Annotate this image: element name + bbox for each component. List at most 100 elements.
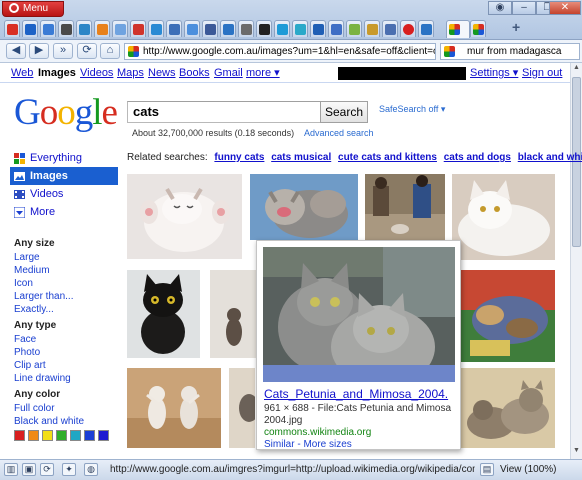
tab-9[interactable]	[148, 20, 164, 37]
tab-4[interactable]	[58, 20, 74, 37]
image-result[interactable]	[229, 368, 255, 448]
nav-images[interactable]: Images	[10, 167, 118, 185]
gbar-link-web[interactable]: Web	[11, 63, 33, 83]
nav-everything[interactable]: Everything	[10, 149, 118, 167]
tab-google-images-active[interactable]: ×	[446, 20, 481, 38]
scroll-up-icon[interactable]: ▲	[572, 64, 581, 71]
advanced-search-link[interactable]: Advanced search	[304, 128, 374, 138]
page-view-icon[interactable]: ▤	[480, 463, 494, 476]
page-scrollbar[interactable]: ▲ ▼	[570, 63, 582, 459]
sync-icon[interactable]: ⟳	[40, 463, 54, 476]
color-swatch-red[interactable]	[14, 430, 25, 441]
tab-2[interactable]	[22, 20, 38, 37]
tab-21[interactable]	[364, 20, 380, 37]
size-larger-than[interactable]: Larger than...	[14, 290, 119, 303]
tab-8[interactable]	[130, 20, 146, 37]
gbar-link-news[interactable]: News	[148, 63, 176, 83]
safesearch-dropdown[interactable]: SafeSearch off ▾	[379, 104, 445, 115]
google-logo[interactable]: Google	[14, 93, 118, 133]
nav-videos[interactable]: Videos	[10, 185, 118, 203]
size-exactly[interactable]: Exactly...	[14, 303, 119, 316]
zoom-level[interactable]: View (100%)	[500, 460, 557, 479]
search-button[interactable]: Search	[320, 101, 368, 123]
image-result[interactable]	[210, 270, 256, 358]
image-result[interactable]	[365, 174, 445, 240]
color-swatch-teal[interactable]	[70, 430, 81, 441]
panels-toggle-icon[interactable]: ▥	[4, 463, 18, 476]
back-button[interactable]: ◀	[6, 43, 26, 59]
gbar-link-more[interactable]: more ▾	[246, 63, 280, 83]
window-panel-button[interactable]: ◉	[488, 1, 512, 15]
unite-icon[interactable]: ◍	[84, 463, 98, 476]
window-close-button[interactable]: ✕	[549, 1, 581, 15]
gbar-link-gmail[interactable]: Gmail	[214, 63, 243, 83]
search-input[interactable]: cats	[127, 101, 321, 123]
scroll-down-icon[interactable]: ▼	[572, 447, 581, 454]
similar-link[interactable]: Similar	[264, 439, 295, 450]
forward-button[interactable]: ▶	[29, 43, 49, 59]
tab-6[interactable]	[94, 20, 110, 37]
color-swatch-green[interactable]	[56, 430, 67, 441]
color-black-white[interactable]: Black and white	[14, 415, 119, 428]
tab-7[interactable]	[112, 20, 128, 37]
tab-26[interactable]	[470, 20, 486, 37]
related-cute-cats-kittens[interactable]: cute cats and kittens	[338, 152, 437, 163]
tab-11[interactable]	[184, 20, 200, 37]
related-cats-and-dogs[interactable]: cats and dogs	[444, 152, 511, 163]
color-swatch-blue[interactable]	[84, 430, 95, 441]
size-icon[interactable]: Icon	[14, 277, 119, 290]
tab-10[interactable]	[166, 20, 182, 37]
speed-dial-icon[interactable]: ▣	[22, 463, 36, 476]
gbar-link-videos[interactable]: Videos	[80, 63, 113, 83]
tab-18[interactable]	[310, 20, 326, 37]
reload-button[interactable]: ⟳	[77, 43, 97, 59]
new-tab-button[interactable]: +	[512, 19, 520, 35]
type-clip-art[interactable]: Clip art	[14, 359, 119, 372]
image-result[interactable]	[460, 270, 555, 362]
tab-20[interactable]	[346, 20, 362, 37]
home-button[interactable]: ⌂	[100, 43, 120, 59]
type-face[interactable]: Face	[14, 333, 119, 346]
gbar-settings[interactable]: Settings ▾	[470, 63, 518, 83]
color-swatch-yellow[interactable]	[42, 430, 53, 441]
color-swatch-purple[interactable]	[98, 430, 109, 441]
tab-17[interactable]	[292, 20, 308, 37]
image-result[interactable]	[452, 174, 555, 260]
gbar-link-maps[interactable]: Maps	[117, 63, 144, 83]
gbar-link-books[interactable]: Books	[179, 63, 210, 83]
tab-19[interactable]	[328, 20, 344, 37]
browser-search-field[interactable]: mur from madagasca	[440, 43, 580, 60]
tab-15[interactable]	[256, 20, 272, 37]
type-photo[interactable]: Photo	[14, 346, 119, 359]
more-sizes-link[interactable]: More sizes	[303, 439, 351, 450]
turbo-icon[interactable]: ✦	[62, 463, 76, 476]
color-swatch-orange[interactable]	[28, 430, 39, 441]
preview-image[interactable]	[263, 247, 455, 382]
image-preview-popup[interactable]: Cats_Petunia_and_Mimosa_2004. 961 × 688 …	[256, 240, 461, 450]
image-result[interactable]	[127, 174, 242, 259]
type-line-drawing[interactable]: Line drawing	[14, 372, 119, 385]
tab-12[interactable]	[202, 20, 218, 37]
related-funny-cats[interactable]: funny cats	[214, 152, 264, 163]
tab-14[interactable]	[238, 20, 254, 37]
image-result[interactable]	[127, 270, 200, 358]
nav-more[interactable]: More	[10, 203, 118, 221]
size-large[interactable]: Large	[14, 251, 119, 264]
fast-forward-button[interactable]: »	[53, 43, 73, 59]
address-field[interactable]: http://www.google.com.au/images?um=1&hl=…	[124, 43, 436, 60]
related-cats-musical[interactable]: cats musical	[271, 152, 331, 163]
image-result[interactable]	[250, 174, 358, 240]
preview-title-link[interactable]: Cats_Petunia_and_Mimosa_2004.	[264, 387, 448, 401]
window-minimize-button[interactable]: –	[512, 1, 536, 15]
gbar-sign-out[interactable]: Sign out	[522, 63, 562, 83]
search-engine-icon[interactable]	[444, 46, 455, 57]
opera-menu-button[interactable]: Menu	[2, 1, 64, 17]
size-medium[interactable]: Medium	[14, 264, 119, 277]
image-result[interactable]	[127, 368, 221, 448]
color-full[interactable]: Full color	[14, 402, 119, 415]
tab-16[interactable]	[274, 20, 290, 37]
tab-5[interactable]	[76, 20, 92, 37]
tab-13[interactable]	[220, 20, 236, 37]
tab-24[interactable]	[418, 20, 434, 37]
related-black-and-white[interactable]: black and whit	[518, 152, 582, 163]
